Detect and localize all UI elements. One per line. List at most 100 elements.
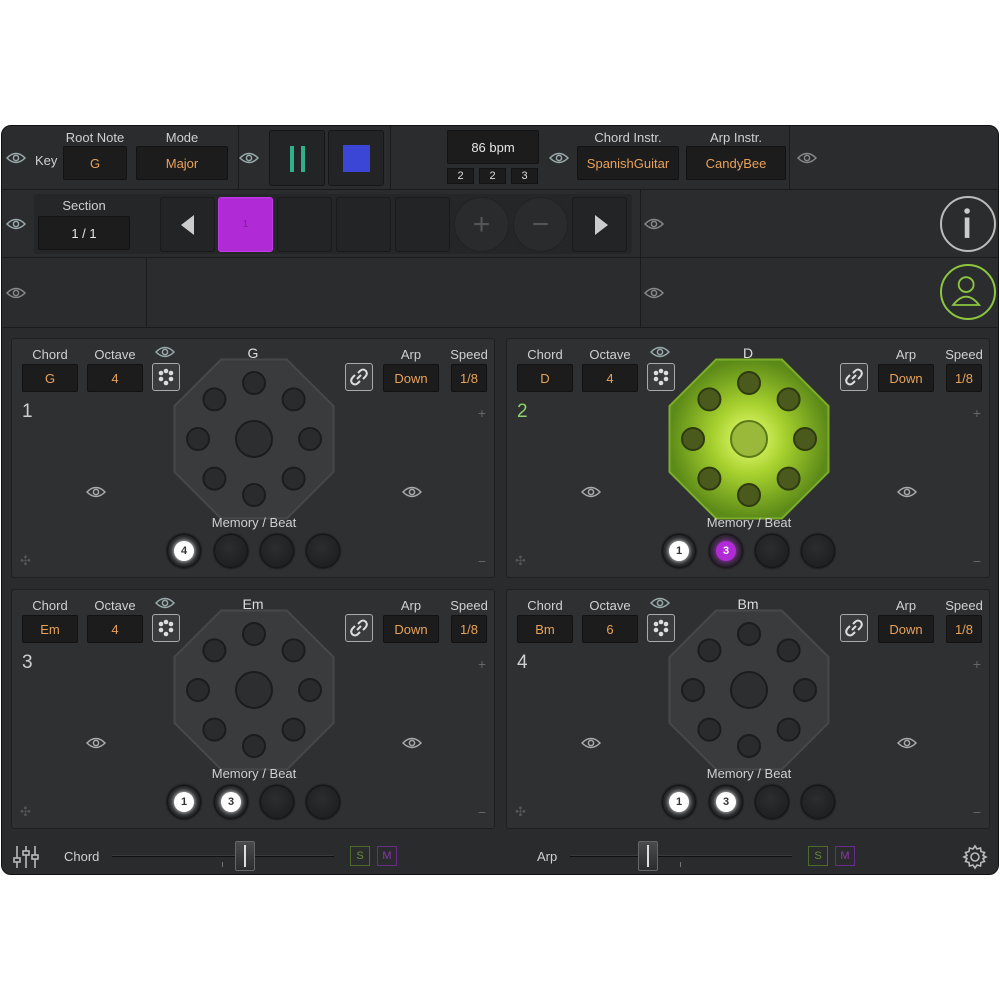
gear-icon[interactable] [962, 844, 988, 870]
eye-icon[interactable] [797, 151, 817, 165]
memory-slot[interactable] [260, 785, 294, 819]
eye-icon[interactable] [549, 151, 569, 165]
arp-field[interactable]: Down [383, 364, 439, 392]
chord-pad-note[interactable] [681, 678, 705, 702]
eye-icon[interactable] [644, 217, 664, 231]
move-icon[interactable]: ✣ [515, 553, 526, 569]
eye-icon[interactable] [6, 286, 26, 300]
chord-pad-note[interactable] [737, 734, 761, 758]
chord-pad-note[interactable] [298, 678, 322, 702]
chord-mute-button[interactable]: M [377, 846, 397, 866]
stop-button[interactable] [328, 130, 384, 186]
chord-pad-note[interactable] [281, 466, 306, 491]
move-icon[interactable]: ✣ [515, 804, 526, 820]
eye-icon[interactable] [402, 736, 422, 750]
speed-field[interactable]: 1/8 [451, 364, 487, 392]
eye-icon[interactable] [239, 151, 259, 165]
root-note-field[interactable]: G [63, 146, 127, 180]
speed-field[interactable]: 1/8 [946, 615, 982, 643]
chord-pad-note[interactable] [242, 734, 266, 758]
profile-button[interactable] [940, 264, 996, 320]
chord-pad-note[interactable] [737, 483, 761, 507]
chord-pad-note[interactable] [776, 638, 801, 663]
seq-remove-button[interactable]: − [513, 197, 568, 252]
chord-pad-note[interactable] [186, 678, 210, 702]
seq-cell[interactable] [395, 197, 450, 252]
link-button[interactable] [345, 614, 373, 642]
eye-icon[interactable] [581, 485, 601, 499]
seq-next-button[interactable] [572, 197, 627, 252]
arp-volume-slider[interactable] [638, 841, 658, 871]
chord-volume-track[interactable] [112, 855, 334, 857]
eye-icon[interactable] [86, 736, 106, 750]
section-field[interactable]: 1 / 1 [38, 216, 130, 250]
chord-pad-note[interactable] [298, 427, 322, 451]
chord-pad-note[interactable] [242, 371, 266, 395]
chord-pad-note[interactable] [242, 622, 266, 646]
chord-pad-note[interactable] [776, 717, 801, 742]
eye-icon[interactable] [86, 485, 106, 499]
seq-add-button[interactable]: + [454, 197, 509, 252]
arp-field[interactable]: Down [878, 364, 934, 392]
chord-pad-note[interactable] [281, 387, 306, 412]
chord-volume-slider[interactable] [235, 841, 255, 871]
seq-prev-button[interactable] [160, 197, 215, 252]
chord-pad-note[interactable] [697, 717, 722, 742]
memory-slot[interactable]: 1 [167, 785, 201, 819]
chord-pad-note[interactable] [202, 638, 227, 663]
eye-icon[interactable] [897, 485, 917, 499]
add-icon[interactable]: + [478, 405, 486, 421]
add-icon[interactable]: + [973, 656, 981, 672]
eye-icon[interactable] [6, 217, 26, 231]
eye-icon[interactable] [644, 286, 664, 300]
info-button[interactable] [940, 196, 996, 252]
add-icon[interactable]: + [478, 656, 486, 672]
memory-slot[interactable]: 3 [709, 785, 743, 819]
mode-field[interactable]: Major [136, 146, 228, 180]
chord-pad-note[interactable] [202, 387, 227, 412]
chord-pad-note[interactable] [202, 466, 227, 491]
chord-pad-note[interactable] [793, 678, 817, 702]
arp-mute-button[interactable]: M [835, 846, 855, 866]
chord-pad-note[interactable] [681, 427, 705, 451]
memory-slot[interactable] [755, 785, 789, 819]
memory-slot[interactable] [260, 534, 294, 568]
chord-pad-root[interactable] [730, 671, 768, 709]
chord-pad-root[interactable] [235, 420, 273, 458]
chord-pad-note[interactable] [202, 717, 227, 742]
eye-icon[interactable] [402, 485, 422, 499]
link-button[interactable] [840, 363, 868, 391]
memory-slot[interactable] [306, 785, 340, 819]
memory-slot[interactable] [755, 534, 789, 568]
memory-slot[interactable]: 4 [167, 534, 201, 568]
memory-slot[interactable] [801, 534, 835, 568]
chord-instr-field[interactable]: SpanishGuitar [577, 146, 679, 180]
eye-icon[interactable] [897, 736, 917, 750]
memory-slot[interactable] [306, 534, 340, 568]
remove-icon[interactable]: − [973, 553, 981, 569]
arp-field[interactable]: Down [383, 615, 439, 643]
chord-pad-note[interactable] [242, 483, 266, 507]
speed-field[interactable]: 1/8 [946, 364, 982, 392]
mixer-icon[interactable] [12, 843, 40, 871]
time-sig-1[interactable]: 2 [447, 168, 474, 184]
memory-slot[interactable] [801, 785, 835, 819]
memory-slot[interactable]: 3 [214, 785, 248, 819]
seq-cell[interactable] [336, 197, 391, 252]
eye-icon[interactable] [581, 736, 601, 750]
chord-pad-note[interactable] [776, 387, 801, 412]
chord-solo-button[interactable]: S [350, 846, 370, 866]
memory-slot[interactable] [214, 534, 248, 568]
chord-pad-note[interactable] [737, 622, 761, 646]
chord-pad-note[interactable] [281, 638, 306, 663]
add-icon[interactable]: + [973, 405, 981, 421]
memory-slot[interactable]: 1 [662, 534, 696, 568]
remove-icon[interactable]: − [478, 553, 486, 569]
move-icon[interactable]: ✣ [20, 553, 31, 569]
chord-pad-root[interactable] [235, 671, 273, 709]
arp-volume-track[interactable] [570, 855, 792, 857]
time-sig-3[interactable]: 3 [511, 168, 538, 184]
remove-icon[interactable]: − [973, 804, 981, 820]
seq-cell[interactable] [277, 197, 332, 252]
arp-field[interactable]: Down [878, 615, 934, 643]
